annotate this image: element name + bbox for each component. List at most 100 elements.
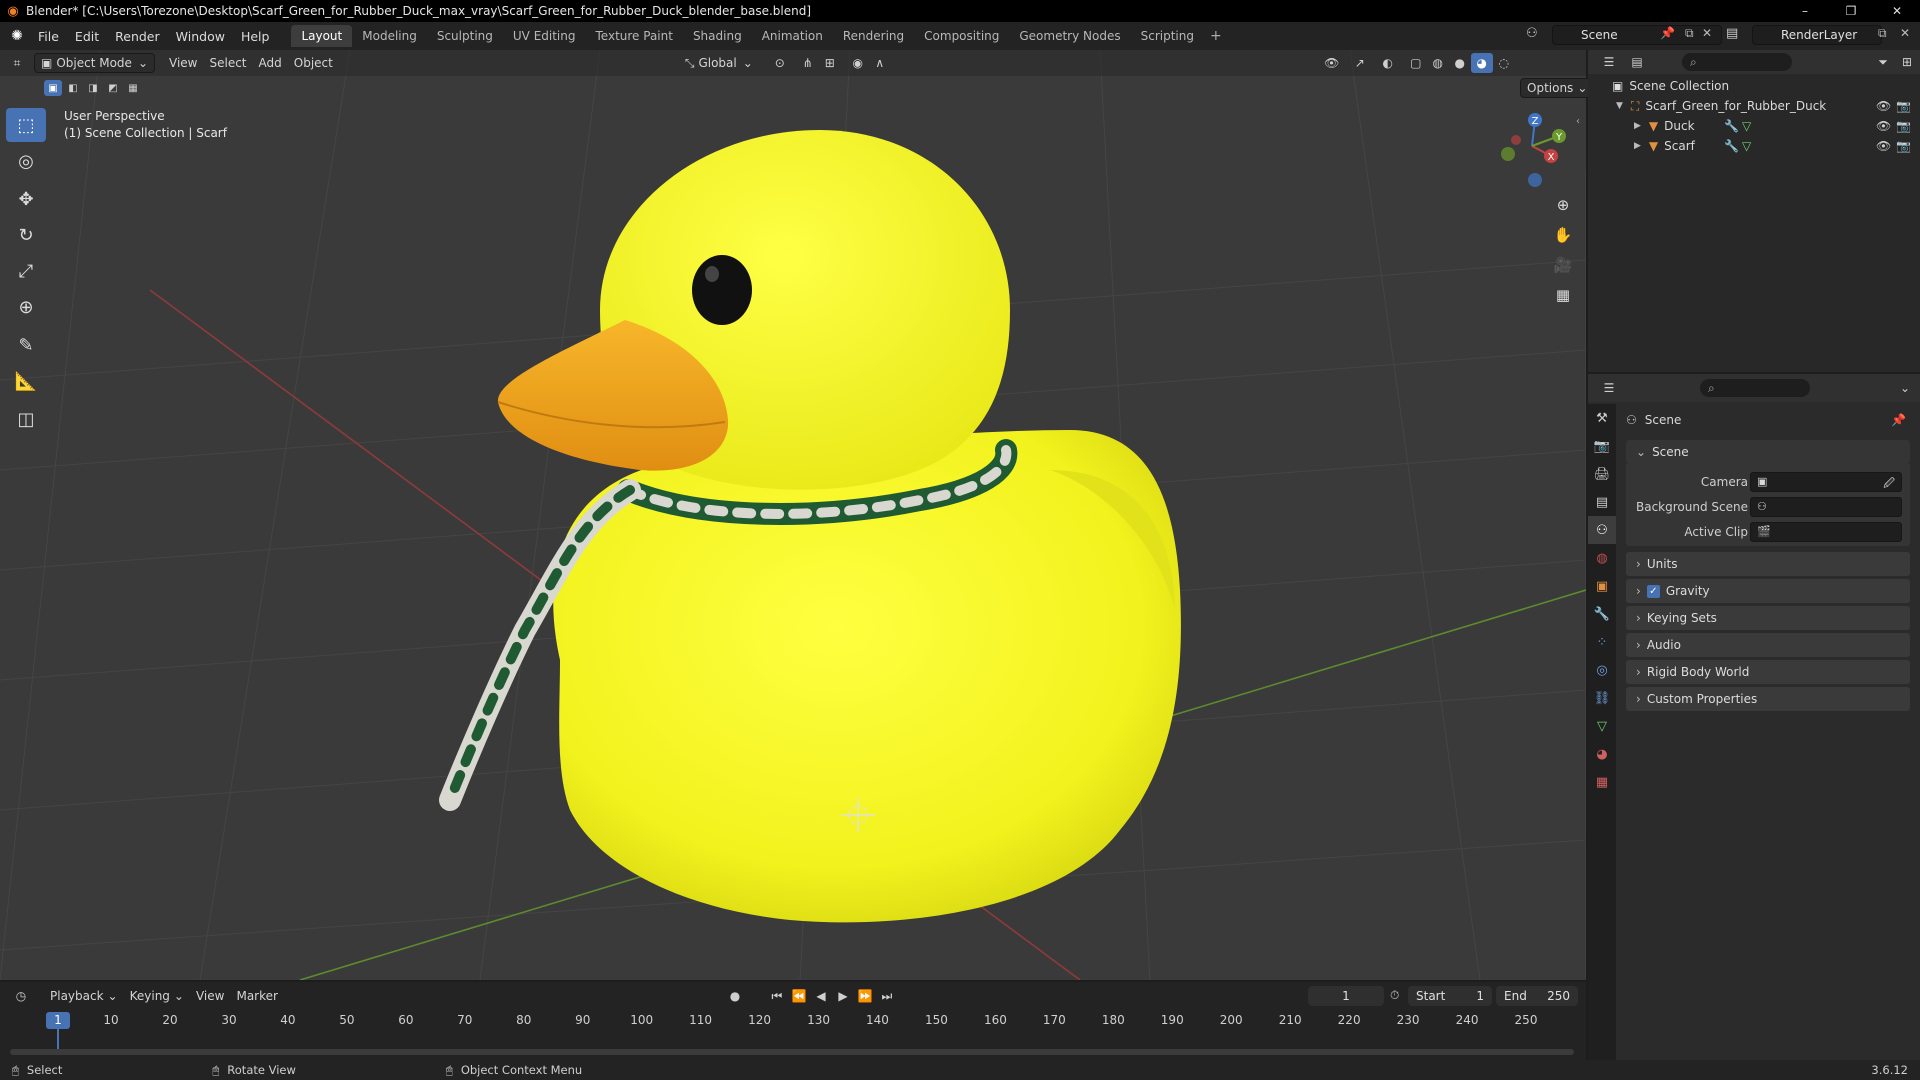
particles-tab-icon[interactable]: ⁘ <box>1588 628 1616 656</box>
timeline-editor-icon[interactable]: ◷ <box>10 986 32 1006</box>
menu-timeline-view[interactable]: View <box>190 986 230 1006</box>
material-tab-icon[interactable]: ◕ <box>1588 740 1616 768</box>
panel-rigid-body-world[interactable]: › Rigid Body World <box>1626 660 1910 684</box>
menu-view[interactable]: View <box>163 53 203 73</box>
cursor-tool-icon[interactable]: ◎ <box>6 144 46 178</box>
minimize-button[interactable]: – <box>1782 0 1828 22</box>
rotate-tool-icon[interactable]: ↻ <box>6 218 46 252</box>
outliner-row-scarf[interactable]: ▶ ▼ Scarf 🔧 ▽ 👁 📷 <box>1588 136 1920 156</box>
editor-type-icon[interactable]: ⌗ <box>6 53 28 73</box>
proportional-edit-icon[interactable]: ◉ <box>847 53 869 73</box>
visibility-icon[interactable]: 👁 <box>1321 53 1343 73</box>
jump-keyframe-back-icon[interactable]: ⏪ <box>788 986 810 1006</box>
object-tab-icon[interactable]: ▣ <box>1588 572 1616 600</box>
snap-icon[interactable]: ⋔ <box>797 53 819 73</box>
outliner-search-input[interactable]: ⌕ <box>1682 53 1792 71</box>
record-icon[interactable]: ● <box>724 986 746 1006</box>
snap-target-icon[interactable]: ⊞ <box>819 53 841 73</box>
physics-tab-icon[interactable]: ◎ <box>1588 656 1616 684</box>
outliner-editor-icon[interactable]: ☰ <box>1598 52 1620 72</box>
select-subtract-icon[interactable]: ◨ <box>84 80 102 96</box>
tab-scripting[interactable]: Scripting <box>1131 25 1204 47</box>
menu-object[interactable]: Object <box>288 53 339 73</box>
timeline-scrollbar[interactable] <box>10 1049 1574 1055</box>
new-view-layer-icon[interactable]: ⧉ <box>1878 26 1887 41</box>
background-scene-field[interactable]: ⚇ <box>1750 497 1902 517</box>
scene-icon[interactable]: ⚇ <box>1526 26 1538 41</box>
properties-search-input[interactable]: ⌕ <box>1700 379 1810 397</box>
options-button[interactable]: Options ⌄ <box>1520 78 1595 98</box>
add-cube-tool-icon[interactable]: ◫ <box>6 402 46 436</box>
menu-file[interactable]: File <box>30 25 67 47</box>
maximize-button[interactable]: ❐ <box>1828 0 1874 22</box>
render-tab-icon[interactable]: 📷 <box>1588 432 1616 460</box>
start-frame-field[interactable]: Start 1 <box>1408 986 1492 1006</box>
view-layer-icon[interactable]: ▤ <box>1726 26 1738 41</box>
xray-toggle-icon[interactable]: ▢ <box>1405 53 1427 73</box>
measure-tool-icon[interactable]: 📐 <box>6 364 46 398</box>
tab-compositing[interactable]: Compositing <box>914 25 1009 47</box>
ortho-toggle-icon[interactable]: ▦ <box>1550 282 1576 308</box>
scene-selector[interactable]: Scene <box>1552 25 1722 45</box>
menu-help[interactable]: Help <box>233 25 278 47</box>
tab-shading[interactable]: Shading <box>683 25 752 47</box>
panel-keying-sets[interactable]: › Keying Sets <box>1626 606 1910 630</box>
tab-sculpting[interactable]: Sculpting <box>427 25 503 47</box>
end-frame-field[interactable]: End 250 <box>1496 986 1578 1006</box>
menu-add[interactable]: Add <box>253 53 288 73</box>
data-tab-icon[interactable]: ▽ <box>1588 712 1616 740</box>
render-camera-icon[interactable]: 📷 <box>1896 119 1911 133</box>
3d-viewport[interactable]: Z X Y <box>0 50 1586 980</box>
select-invert-icon[interactable]: ◩ <box>104 80 122 96</box>
close-button[interactable]: ✕ <box>1874 0 1920 22</box>
modifier-wrench-icon[interactable]: 🔧 <box>1724 139 1739 153</box>
render-camera-icon[interactable]: 📷 <box>1896 99 1911 113</box>
properties-editor-icon[interactable]: ☰ <box>1598 378 1620 398</box>
modifier-wrench-icon[interactable]: 🔧 <box>1724 119 1739 133</box>
select-extend-icon[interactable]: ◧ <box>64 80 82 96</box>
menu-window[interactable]: Window <box>168 25 233 47</box>
world-tab-icon[interactable]: ◍ <box>1588 544 1616 572</box>
select-box-tool-icon[interactable]: ⬚ <box>6 108 46 142</box>
pin-icon[interactable]: 📌 <box>1891 413 1906 427</box>
outliner-row-duck[interactable]: ▶ ▼ Duck 🔧 ▽ 👁 📷 <box>1588 116 1920 136</box>
new-scene-icon[interactable]: ⧉ <box>1685 26 1694 41</box>
pan-hand-icon[interactable]: ✋ <box>1550 222 1576 248</box>
panel-audio[interactable]: › Audio <box>1626 633 1910 657</box>
jump-end-icon[interactable]: ⏭ <box>876 986 898 1006</box>
play-reverse-icon[interactable]: ◀ <box>810 986 832 1006</box>
camera-view-icon[interactable]: 🎥 <box>1550 252 1576 278</box>
expand-arrow-icon[interactable]: ▶ <box>1634 121 1641 131</box>
eyedropper-icon[interactable]: 🖉 <box>1883 475 1895 494</box>
outliner-row-collection[interactable]: ▼ ⛶ Scarf_Green_for_Rubber_Duck 👁 📷 <box>1588 96 1920 116</box>
filter-icon[interactable]: ⏷ <box>1872 52 1894 72</box>
visibility-eye-icon[interactable]: 👁 <box>1876 139 1891 153</box>
clock-icon[interactable]: ⏱ <box>1390 988 1399 1003</box>
menu-playback[interactable]: Playback ⌄ <box>44 986 124 1006</box>
view-layer-tab-icon[interactable]: ▤ <box>1588 488 1616 516</box>
tab-texture-paint[interactable]: Texture Paint <box>586 25 683 47</box>
scale-tool-icon[interactable]: ⤢ <box>6 254 46 288</box>
transform-orientation[interactable]: ⤡ Global ⌄ <box>679 53 759 73</box>
menu-edit[interactable]: Edit <box>67 25 107 47</box>
new-collection-icon[interactable]: ⊞ <box>1896 52 1918 72</box>
tab-uv-editing[interactable]: UV Editing <box>503 25 586 47</box>
menu-select[interactable]: Select <box>203 53 252 73</box>
tab-layout[interactable]: Layout <box>291 25 353 47</box>
chevron-down-icon[interactable]: ⌄ <box>1894 378 1916 398</box>
jump-start-icon[interactable]: ⏮ <box>766 986 788 1006</box>
solid-shading-icon[interactable]: ● <box>1449 53 1471 73</box>
texture-tab-icon[interactable]: ▦ <box>1588 768 1616 796</box>
jump-keyframe-forward-icon[interactable]: ⏩ <box>854 986 876 1006</box>
gizmo-toggle-icon[interactable]: ↗ <box>1349 53 1371 73</box>
move-tool-icon[interactable]: ✥ <box>6 182 46 216</box>
view-layer-selector[interactable]: RenderLayer <box>1752 25 1882 45</box>
tab-rendering[interactable]: Rendering <box>833 25 914 47</box>
tab-geometry-nodes[interactable]: Geometry Nodes <box>1009 25 1130 47</box>
panel-scene[interactable]: ⌄ Scene <box>1626 440 1910 464</box>
camera-field[interactable]: ▣ 🖉 <box>1750 472 1902 492</box>
active-clip-field[interactable]: 🎬 <box>1750 522 1902 542</box>
wireframe-shading-icon[interactable]: ◍ <box>1427 53 1449 73</box>
add-workspace-icon[interactable]: + <box>1204 25 1228 47</box>
visibility-eye-icon[interactable]: 👁 <box>1876 99 1891 113</box>
